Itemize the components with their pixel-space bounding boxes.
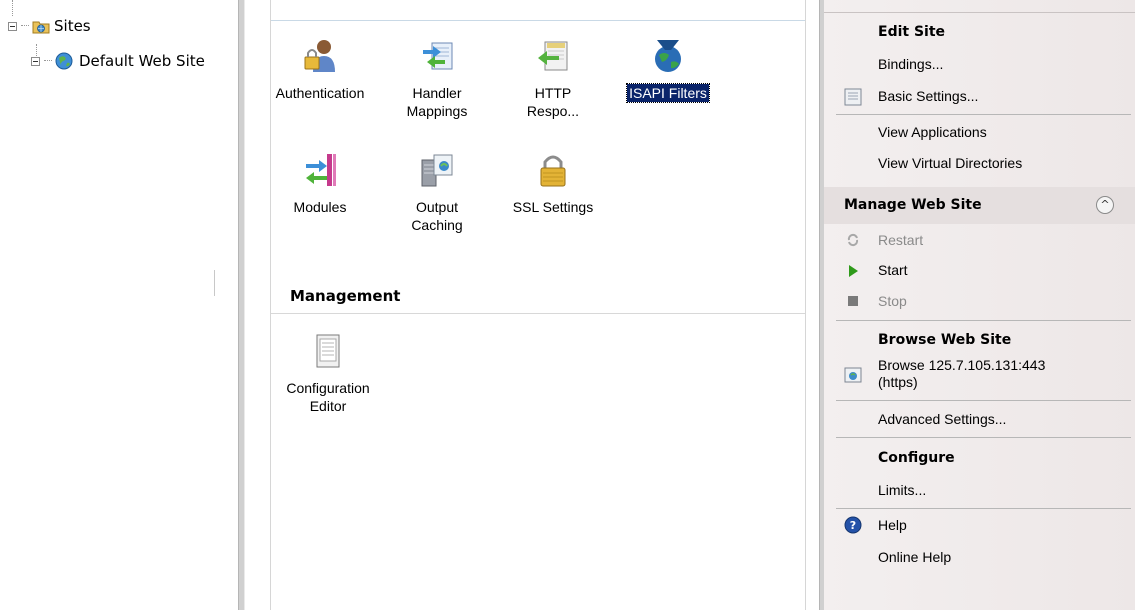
- lock-user-icon: [302, 38, 338, 74]
- feature-label: Configuration Editor: [286, 380, 370, 414]
- feature-label: Modules: [293, 199, 347, 215]
- action-bindings[interactable]: Bindings...: [878, 56, 943, 72]
- restart-icon: [847, 233, 859, 247]
- collapse-expander-icon[interactable]: [31, 56, 40, 66]
- action-view-virtual-directories[interactable]: View Virtual Directories: [878, 155, 1022, 171]
- padlock-icon: [535, 152, 571, 188]
- feature-isapi-filters[interactable]: ISAPI Filters: [612, 38, 724, 103]
- features-view: Authentication Handler Mappings HTTP Resp: [270, 0, 806, 610]
- server-doc-icon: [419, 152, 455, 188]
- feature-http-response[interactable]: HTTP Respo...: [497, 38, 609, 120]
- feature-label: Handler Mappings: [406, 85, 468, 119]
- actions-pane: Edit Site Bindings... Basic Settings... …: [824, 0, 1135, 610]
- actions-header-manage-web-site[interactable]: Manage Web Site: [844, 197, 982, 213]
- section-header-management[interactable]: Management: [290, 287, 400, 305]
- settings-doc-icon: [844, 88, 862, 106]
- feature-label: SSL Settings: [512, 199, 594, 215]
- pane-divider-mark: [214, 270, 215, 296]
- action-browse-https[interactable]: Browse 125.7.105.131:443 (https): [878, 357, 1045, 391]
- tree-node-sites[interactable]: Sites: [8, 16, 94, 36]
- feature-label: Output Caching: [411, 199, 463, 233]
- arrows-bars-icon: [302, 152, 338, 188]
- play-icon: [849, 265, 858, 277]
- action-advanced-settings[interactable]: Advanced Settings...: [878, 411, 1006, 427]
- action-start[interactable]: Start: [878, 262, 908, 278]
- browse-globe-icon: [844, 367, 862, 383]
- feature-output-caching[interactable]: Output Caching: [381, 152, 493, 234]
- tree-node-default-web-site[interactable]: Default Web Site: [31, 51, 208, 71]
- feature-ssl-settings[interactable]: SSL Settings: [497, 152, 609, 216]
- action-limits[interactable]: Limits...: [878, 482, 926, 498]
- feature-authentication[interactable]: Authentication: [264, 38, 376, 102]
- chevron-up-icon[interactable]: ^: [1096, 196, 1114, 214]
- feature-label: HTTP Respo...: [526, 85, 580, 119]
- action-help[interactable]: Help: [878, 517, 907, 533]
- stop-icon: [848, 296, 858, 306]
- connections-tree: Sites Default Web Site: [0, 0, 232, 610]
- action-restart[interactable]: Restart: [878, 232, 923, 248]
- feature-configuration-editor[interactable]: Configuration Editor: [272, 333, 384, 415]
- actions-header-browse-web-site: Browse Web Site: [878, 332, 1012, 348]
- feature-label: Authentication: [275, 85, 365, 101]
- feature-label-selected: ISAPI Filters: [626, 83, 710, 103]
- folder-globe-icon: [32, 21, 50, 34]
- doc-arrow-icon: [535, 38, 571, 74]
- svg-text:?: ?: [850, 519, 856, 532]
- feature-modules[interactable]: Modules: [264, 152, 376, 216]
- action-view-applications[interactable]: View Applications: [878, 124, 987, 140]
- action-online-help[interactable]: Online Help: [878, 549, 951, 565]
- collapse-expander-icon[interactable]: [8, 21, 17, 31]
- tree-label-default-web-site: Default Web Site: [79, 52, 205, 70]
- globe-icon: [55, 52, 73, 70]
- actions-header-configure: Configure: [878, 450, 955, 466]
- funnel-globe-icon: [650, 38, 686, 74]
- doc-list-icon: [310, 333, 346, 369]
- tree-label-sites: Sites: [54, 17, 91, 35]
- actions-header-edit-site: Edit Site: [878, 24, 946, 40]
- feature-handler-mappings[interactable]: Handler Mappings: [381, 38, 493, 120]
- help-icon: ?: [844, 516, 862, 534]
- action-stop[interactable]: Stop: [878, 293, 907, 309]
- action-basic-settings[interactable]: Basic Settings...: [878, 88, 978, 104]
- left-splitter[interactable]: [238, 0, 245, 610]
- arrows-doc-icon: [419, 38, 455, 74]
